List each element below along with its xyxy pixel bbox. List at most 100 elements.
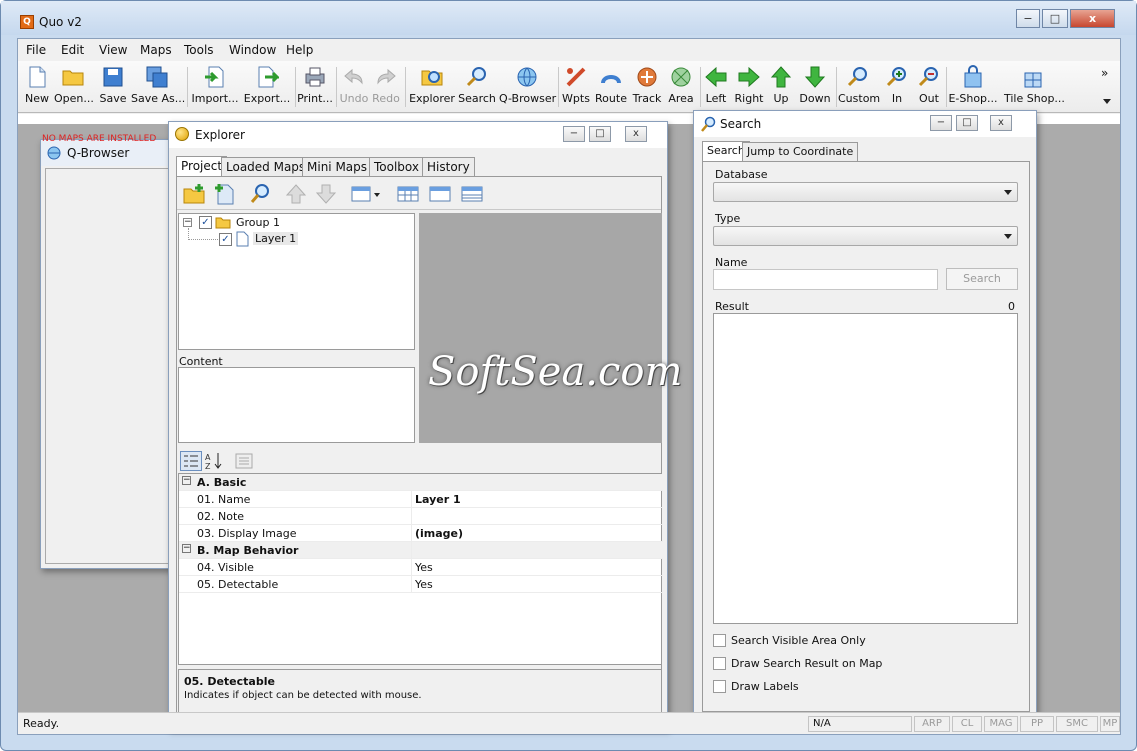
redo-button[interactable]: Redo bbox=[371, 65, 401, 111]
menu-tools[interactable]: Tools bbox=[184, 43, 214, 57]
custom-zoom-button[interactable]: Custom bbox=[838, 65, 880, 111]
menu-window[interactable]: Window bbox=[229, 43, 276, 57]
search-submit-button[interactable]: Search bbox=[946, 268, 1018, 290]
minimize-button[interactable]: − bbox=[563, 126, 585, 142]
zoom-in-button[interactable]: In bbox=[884, 65, 910, 111]
track-button[interactable]: Track bbox=[631, 65, 663, 111]
property-row[interactable]: 02. Note bbox=[179, 508, 663, 525]
save-button[interactable]: Save bbox=[98, 65, 128, 111]
help-title: 05. Detectable bbox=[184, 675, 275, 688]
menu-view[interactable]: View bbox=[99, 43, 127, 57]
find-icon[interactable] bbox=[249, 183, 271, 205]
explorer-button[interactable]: Explorer bbox=[409, 65, 455, 111]
menu-edit[interactable]: Edit bbox=[61, 43, 84, 57]
waypoints-button[interactable]: Wpts bbox=[561, 65, 591, 111]
draw-result-checkbox[interactable] bbox=[713, 657, 726, 670]
toolbar-separator bbox=[558, 67, 559, 107]
status-bar: Ready. N/A ARP CL MAG PP SMC MP bbox=[18, 712, 1120, 734]
undo-button[interactable]: Undo bbox=[339, 65, 369, 111]
maximize-button[interactable]: □ bbox=[1042, 9, 1068, 28]
visible-area-checkbox[interactable] bbox=[713, 634, 726, 647]
tile-shop-button[interactable]: Tile Shop... bbox=[1004, 65, 1065, 111]
tab-history[interactable]: History bbox=[422, 157, 475, 176]
collapse-toggle[interactable]: − bbox=[182, 544, 191, 553]
save-as-button[interactable]: Save As... bbox=[131, 65, 185, 111]
maximize-button[interactable]: □ bbox=[589, 126, 611, 142]
tab-toolbox[interactable]: Toolbox bbox=[369, 157, 424, 176]
pan-left-button[interactable]: Left bbox=[702, 65, 730, 111]
new-button[interactable]: New bbox=[22, 65, 52, 111]
tab-project[interactable]: Project bbox=[176, 156, 228, 176]
type-select[interactable] bbox=[713, 226, 1018, 246]
magnifier-icon bbox=[847, 67, 867, 87]
zoom-out-button[interactable]: Out bbox=[915, 65, 943, 111]
draw-labels-checkbox[interactable] bbox=[713, 680, 726, 693]
maximize-button[interactable]: □ bbox=[956, 115, 978, 131]
name-input[interactable] bbox=[713, 269, 938, 290]
print-button[interactable]: Print... bbox=[297, 65, 333, 111]
view-dropdown-icon[interactable] bbox=[351, 185, 381, 203]
import-button[interactable]: Import... bbox=[191, 65, 239, 111]
property-category-map-behavior[interactable]: − B. Map Behavior bbox=[179, 542, 663, 559]
arrow-up-icon bbox=[770, 66, 792, 88]
pan-down-button[interactable]: Down bbox=[798, 65, 832, 111]
window-view-icon[interactable] bbox=[429, 185, 451, 203]
property-row[interactable]: 04. Visible Yes bbox=[179, 559, 663, 576]
result-count: 0 bbox=[1008, 300, 1015, 313]
group-checkbox[interactable]: ✓ bbox=[199, 216, 212, 229]
database-select[interactable] bbox=[713, 182, 1018, 202]
tree-expand-toggle[interactable]: − bbox=[183, 218, 192, 227]
new-layer-icon[interactable] bbox=[213, 183, 235, 205]
layer-checkbox[interactable]: ✓ bbox=[219, 233, 232, 246]
menu-file[interactable]: File bbox=[26, 43, 46, 57]
minimize-button[interactable]: − bbox=[1016, 9, 1040, 28]
pan-right-button[interactable]: Right bbox=[733, 65, 765, 111]
result-list[interactable] bbox=[713, 313, 1018, 624]
search-button[interactable]: Search bbox=[458, 65, 496, 111]
explorer-title: Explorer bbox=[195, 128, 245, 142]
tab-jump-to-coordinate[interactable]: Jump to Coordinate bbox=[742, 142, 859, 161]
move-up-icon[interactable] bbox=[285, 183, 307, 205]
export-button[interactable]: Export... bbox=[242, 65, 292, 111]
close-button[interactable]: x bbox=[990, 115, 1012, 131]
chevron-down-icon[interactable] bbox=[1103, 99, 1111, 105]
categorized-icon[interactable] bbox=[180, 451, 202, 471]
property-row[interactable]: 05. Detectable Yes bbox=[179, 576, 663, 593]
property-pages-icon[interactable] bbox=[235, 453, 253, 469]
minimize-button[interactable]: − bbox=[930, 115, 952, 131]
folder-icon bbox=[62, 70, 84, 86]
search-titlebar[interactable]: Search − □ x bbox=[694, 111, 1036, 137]
menu-maps[interactable]: Maps bbox=[140, 43, 172, 57]
tab-mini-maps[interactable]: Mini Maps bbox=[302, 157, 373, 176]
property-category-basic[interactable]: − A. Basic bbox=[179, 474, 663, 491]
close-button[interactable]: x bbox=[625, 126, 647, 142]
e-shop-button[interactable]: E-Shop... bbox=[948, 65, 998, 111]
preview-area bbox=[419, 213, 662, 443]
property-row[interactable]: 03. Display Image (image) bbox=[179, 525, 663, 542]
open-button[interactable]: Open... bbox=[54, 65, 94, 111]
toolbar-separator bbox=[405, 67, 406, 107]
pan-up-button[interactable]: Up bbox=[768, 65, 794, 111]
area-button[interactable]: Area bbox=[666, 65, 696, 111]
main-window: Q Quo v2 − □ x File Edit View Maps Tools… bbox=[0, 0, 1137, 751]
toolbar-overflow-button[interactable]: » bbox=[1101, 66, 1108, 80]
route-button[interactable]: Route bbox=[594, 65, 628, 111]
menu-help[interactable]: Help bbox=[286, 43, 313, 57]
tree-layer-label[interactable]: Layer 1 bbox=[253, 232, 299, 245]
content-box[interactable] bbox=[178, 367, 415, 443]
name-label: Name bbox=[715, 256, 748, 269]
collapse-toggle[interactable]: − bbox=[182, 476, 191, 485]
explorer-titlebar[interactable]: Explorer − □ x bbox=[169, 122, 667, 148]
q-browser-button[interactable]: Q-Browser bbox=[499, 65, 556, 111]
table-view-icon[interactable] bbox=[397, 185, 419, 203]
close-button[interactable]: x bbox=[1070, 9, 1115, 28]
list-view-icon[interactable] bbox=[461, 185, 483, 203]
tree-group-label[interactable]: Group 1 bbox=[236, 216, 280, 229]
sort-alphabetical-icon[interactable]: AZ bbox=[204, 451, 224, 471]
tab-loaded-maps[interactable]: Loaded Maps bbox=[221, 157, 311, 176]
property-row[interactable]: 01. Name Layer 1 bbox=[179, 491, 663, 508]
export-icon bbox=[258, 66, 279, 88]
new-folder-icon[interactable] bbox=[183, 183, 205, 205]
status-coordinate: N/A bbox=[808, 716, 912, 732]
move-down-icon[interactable] bbox=[315, 183, 337, 205]
